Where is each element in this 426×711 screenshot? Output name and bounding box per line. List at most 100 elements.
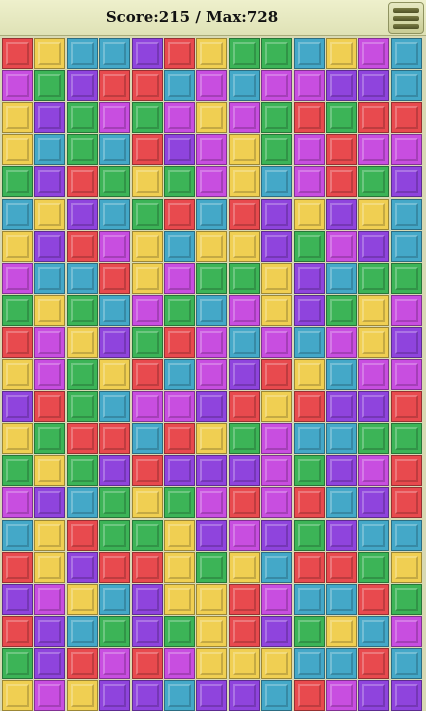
tile[interactable]	[391, 520, 422, 551]
tile[interactable]	[229, 391, 260, 422]
tile[interactable]	[391, 295, 422, 326]
tile[interactable]	[132, 616, 163, 647]
tile[interactable]	[196, 70, 227, 101]
tile[interactable]	[164, 552, 195, 583]
tile[interactable]	[2, 359, 33, 390]
tile[interactable]	[391, 359, 422, 390]
tile[interactable]	[391, 70, 422, 101]
tile[interactable]	[99, 231, 130, 262]
tile[interactable]	[358, 359, 389, 390]
tile[interactable]	[261, 520, 292, 551]
tile[interactable]	[358, 295, 389, 326]
tile[interactable]	[132, 134, 163, 165]
tile[interactable]	[34, 423, 65, 454]
tile[interactable]	[34, 102, 65, 133]
tile[interactable]	[164, 616, 195, 647]
tile[interactable]	[294, 455, 325, 486]
tile[interactable]	[99, 616, 130, 647]
tile[interactable]	[132, 487, 163, 518]
tile[interactable]	[99, 199, 130, 230]
tile[interactable]	[261, 102, 292, 133]
tile[interactable]	[261, 134, 292, 165]
tile[interactable]	[2, 423, 33, 454]
tile[interactable]	[229, 455, 260, 486]
tile[interactable]	[67, 134, 98, 165]
tile[interactable]	[261, 680, 292, 711]
tile[interactable]	[99, 584, 130, 615]
tile[interactable]	[391, 552, 422, 583]
tile[interactable]	[261, 166, 292, 197]
tile[interactable]	[34, 327, 65, 358]
tile[interactable]	[326, 487, 357, 518]
tile[interactable]	[196, 616, 227, 647]
tile[interactable]	[34, 263, 65, 294]
tile[interactable]	[326, 423, 357, 454]
tile[interactable]	[294, 263, 325, 294]
tile[interactable]	[67, 359, 98, 390]
tile[interactable]	[358, 231, 389, 262]
tile[interactable]	[294, 487, 325, 518]
tile[interactable]	[326, 616, 357, 647]
tile[interactable]	[391, 455, 422, 486]
tile[interactable]	[99, 295, 130, 326]
tile[interactable]	[261, 359, 292, 390]
tile[interactable]	[261, 295, 292, 326]
tile[interactable]	[99, 552, 130, 583]
tile[interactable]	[261, 648, 292, 679]
tile[interactable]	[34, 552, 65, 583]
tile[interactable]	[99, 166, 130, 197]
tile[interactable]	[67, 680, 98, 711]
tile[interactable]	[2, 166, 33, 197]
tile[interactable]	[164, 327, 195, 358]
tile[interactable]	[294, 295, 325, 326]
tile[interactable]	[196, 520, 227, 551]
tile[interactable]	[261, 38, 292, 69]
tile[interactable]	[34, 38, 65, 69]
tile[interactable]	[358, 616, 389, 647]
tile[interactable]	[164, 520, 195, 551]
tile[interactable]	[391, 616, 422, 647]
tile[interactable]	[164, 359, 195, 390]
tile[interactable]	[294, 327, 325, 358]
tile[interactable]	[2, 199, 33, 230]
tile[interactable]	[2, 70, 33, 101]
tile[interactable]	[132, 231, 163, 262]
tile[interactable]	[294, 359, 325, 390]
tile[interactable]	[2, 520, 33, 551]
tile[interactable]	[67, 327, 98, 358]
tile[interactable]	[2, 134, 33, 165]
tile[interactable]	[326, 584, 357, 615]
tile[interactable]	[132, 520, 163, 551]
tile[interactable]	[326, 231, 357, 262]
tile[interactable]	[391, 102, 422, 133]
tile[interactable]	[132, 423, 163, 454]
tile[interactable]	[229, 520, 260, 551]
tile[interactable]	[34, 166, 65, 197]
tile[interactable]	[164, 231, 195, 262]
tile[interactable]	[326, 38, 357, 69]
tile[interactable]	[229, 616, 260, 647]
tile[interactable]	[196, 552, 227, 583]
tile[interactable]	[132, 455, 163, 486]
tile[interactable]	[196, 584, 227, 615]
tile[interactable]	[261, 263, 292, 294]
tile[interactable]	[326, 134, 357, 165]
tile[interactable]	[358, 520, 389, 551]
tile[interactable]	[67, 648, 98, 679]
tile[interactable]	[326, 648, 357, 679]
tile[interactable]	[326, 70, 357, 101]
tile[interactable]	[196, 102, 227, 133]
tile[interactable]	[67, 231, 98, 262]
tile[interactable]	[229, 327, 260, 358]
tile[interactable]	[2, 680, 33, 711]
tile[interactable]	[326, 295, 357, 326]
tile[interactable]	[99, 134, 130, 165]
tile[interactable]	[391, 166, 422, 197]
tile[interactable]	[229, 648, 260, 679]
tile[interactable]	[229, 70, 260, 101]
tile[interactable]	[358, 38, 389, 69]
tile[interactable]	[67, 455, 98, 486]
tile[interactable]	[326, 680, 357, 711]
tile[interactable]	[34, 199, 65, 230]
tile[interactable]	[2, 648, 33, 679]
